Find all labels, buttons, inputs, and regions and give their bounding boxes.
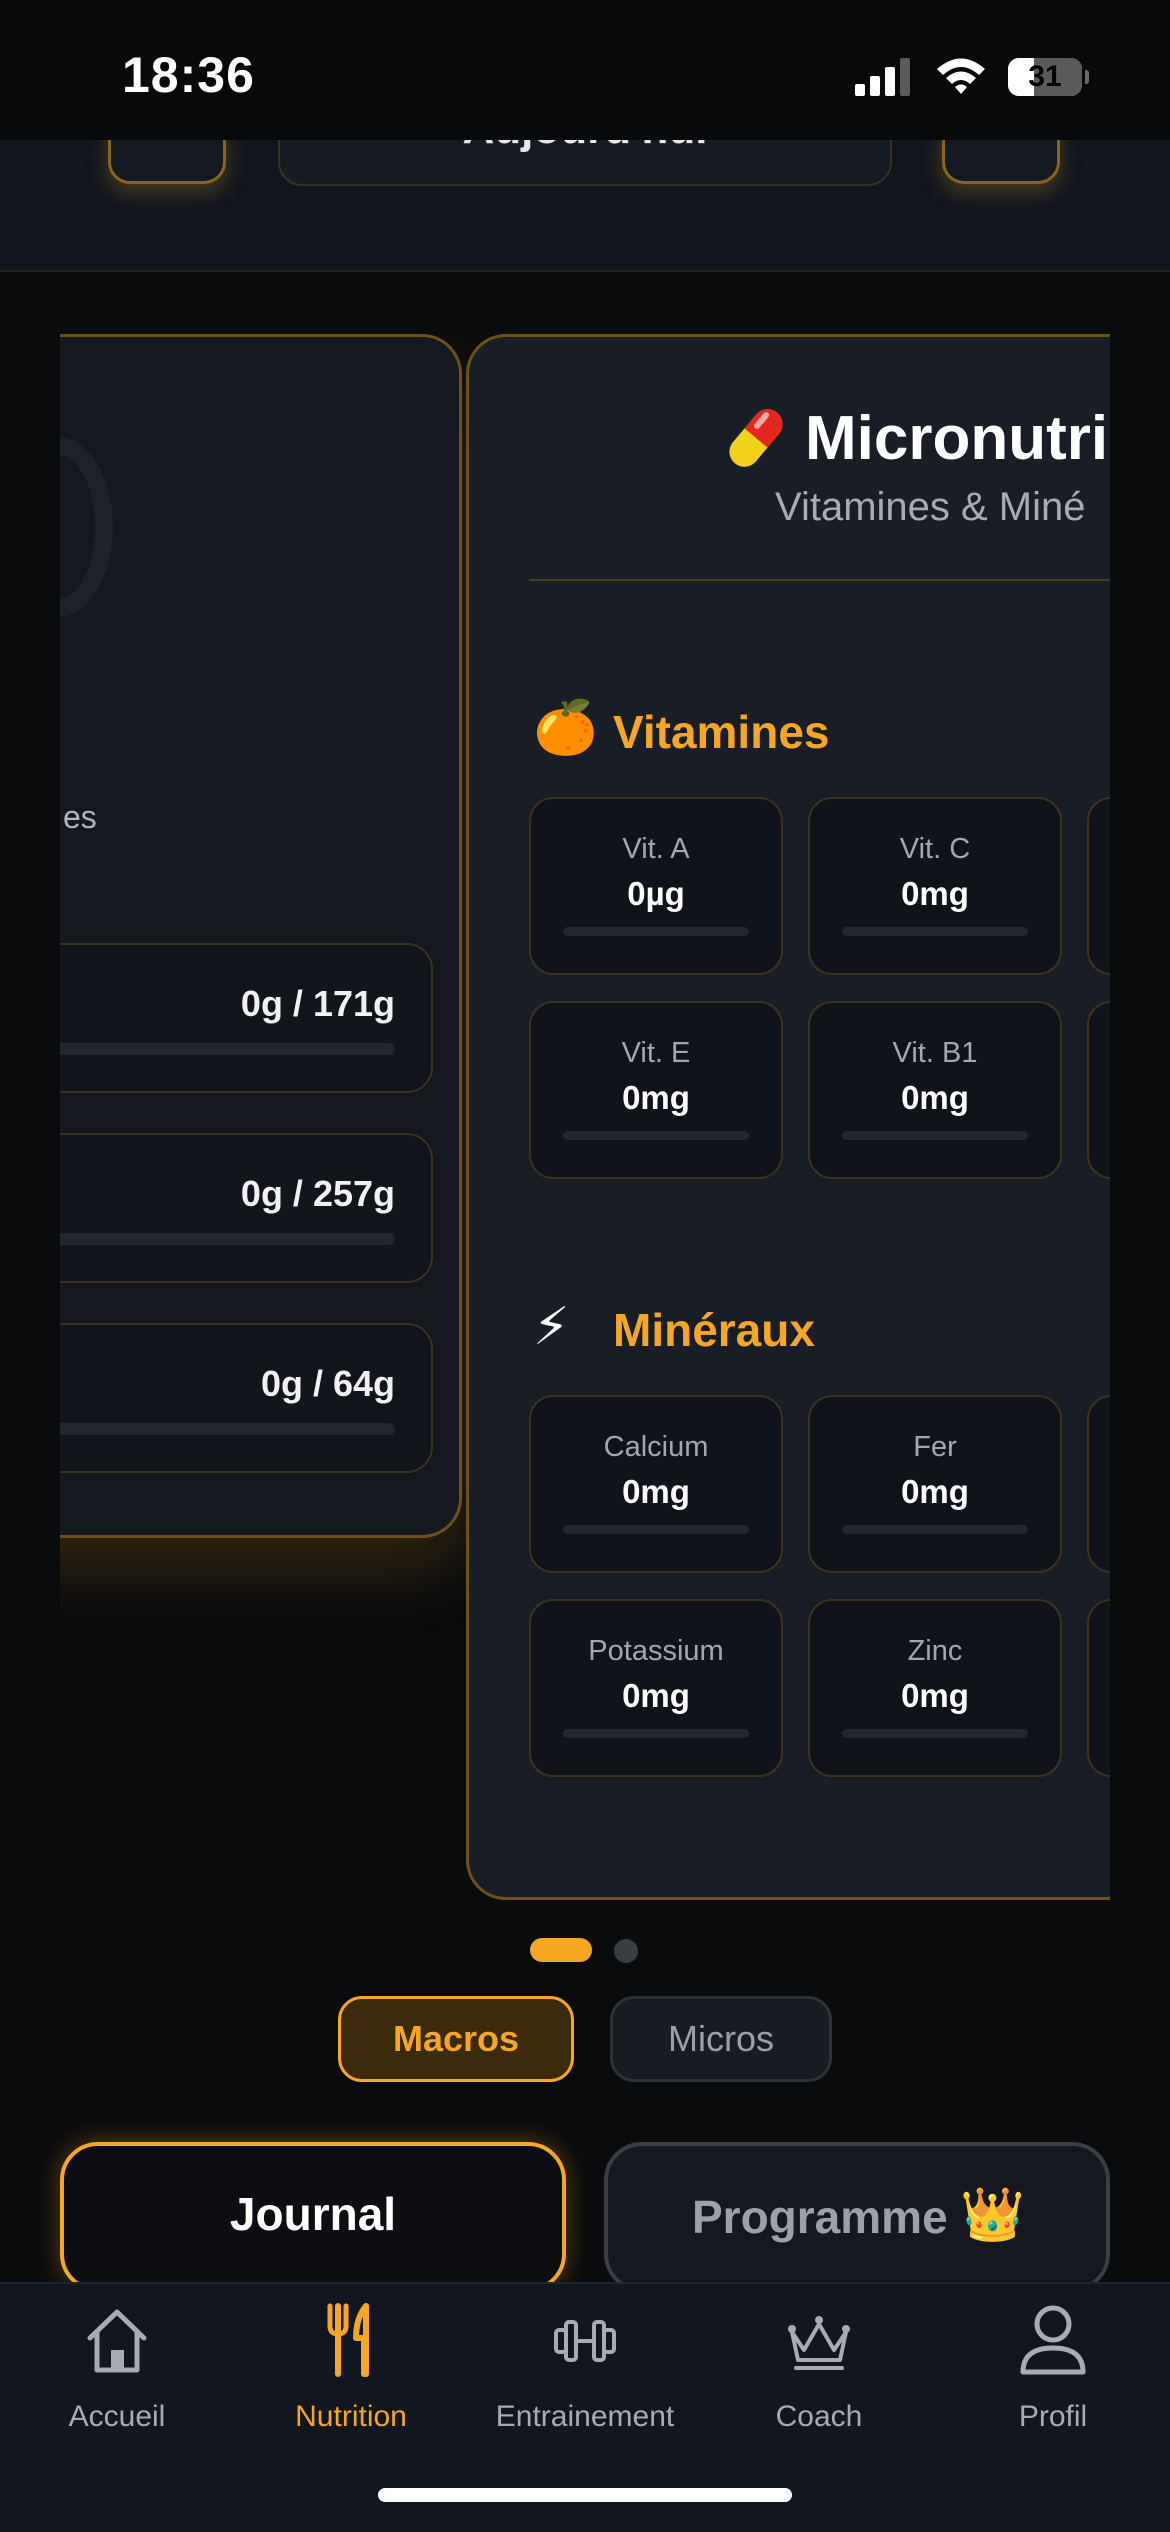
tab-nutrition[interactable]: Nutrition bbox=[234, 2302, 468, 2452]
battery-level: 31 bbox=[1028, 60, 1062, 93]
nutrient-value: 0µg bbox=[627, 875, 685, 912]
programme-button[interactable]: Programme 👑 bbox=[604, 2142, 1110, 2292]
vitamins-title: Vitamines bbox=[613, 706, 830, 758]
nutrient-name: Zinc bbox=[907, 1635, 963, 1667]
orange-icon: 🍊 bbox=[533, 699, 598, 757]
tab-entrainement[interactable]: Entrainement bbox=[468, 2302, 702, 2452]
nutrient-tile-vit-c[interactable]: Vit. C 0mg bbox=[808, 797, 1062, 975]
nutrient-name: Potassium bbox=[588, 1635, 724, 1667]
nutrient-value: 0mg bbox=[901, 1473, 969, 1510]
nutrient-tile-calcium[interactable]: Calcium 0mg bbox=[529, 1395, 783, 1573]
journal-button[interactable]: Journal bbox=[60, 2142, 566, 2292]
pill-icon bbox=[729, 409, 783, 467]
macro-row-carbs: 0g / 257g bbox=[60, 1133, 433, 1283]
macro-row-fat: 0g / 64g bbox=[60, 1323, 433, 1473]
macros-toggle-button[interactable]: Macros bbox=[338, 1996, 574, 2082]
crown-icon bbox=[788, 2316, 850, 2370]
ring-label: es bbox=[63, 799, 97, 835]
nutrient-name: Vit. B1 bbox=[892, 1037, 978, 1069]
nutrient-name: Vit. C bbox=[899, 833, 971, 865]
nutrient-tile-partial[interactable] bbox=[1087, 1599, 1110, 1777]
minerals-title: Minéraux bbox=[613, 1304, 815, 1356]
micros-card[interactable]: Micronutrir Vitamines & Miné 🍊 Vitamines… bbox=[466, 334, 1110, 1900]
tab-profil[interactable]: Profil bbox=[936, 2302, 1170, 2452]
fork-knife-icon bbox=[327, 2303, 369, 2377]
divider bbox=[529, 579, 1110, 581]
nutrition-screen: 18:36 31 Aujourd'hui bbox=[0, 0, 1170, 2532]
nutrient-progress-bar bbox=[563, 1729, 749, 1738]
nutrient-progress-bar bbox=[842, 1525, 1028, 1534]
nutrient-tile-vit-b1[interactable]: Vit. B1 0mg bbox=[808, 1001, 1062, 1179]
nutrient-progress-bar bbox=[842, 927, 1028, 936]
nutrient-value: 0mg bbox=[901, 1677, 969, 1714]
nutrient-progress-bar bbox=[563, 1131, 749, 1140]
nutrient-value: 0mg bbox=[901, 1079, 969, 1116]
user-icon bbox=[1020, 2305, 1086, 2375]
calorie-ring bbox=[60, 437, 113, 617]
nutrient-tile-vit-a[interactable]: Vit. A 0µg bbox=[529, 797, 783, 975]
crown-icon: 👑 bbox=[960, 2186, 1025, 2244]
nutrition-carousel[interactable]: es 0g / 171g 0g / 257g 0g / 64g Micronut… bbox=[60, 334, 1110, 1900]
nutrient-name: Vit. E bbox=[621, 1037, 691, 1069]
micros-title: Micronutrir bbox=[805, 404, 1110, 473]
nutrient-name: Vit. A bbox=[622, 833, 690, 865]
tab-label: Coach bbox=[775, 2400, 863, 2433]
nutrient-tile-partial[interactable] bbox=[1087, 797, 1110, 975]
nutrient-progress-bar bbox=[842, 1131, 1028, 1140]
nutrient-name: Fer bbox=[913, 1431, 957, 1463]
tab-coach[interactable]: Coach bbox=[702, 2302, 936, 2452]
macro-value: 0g / 257g bbox=[240, 1173, 395, 1214]
nutrient-name: Calcium bbox=[603, 1431, 709, 1463]
macro-progress-bar bbox=[60, 1423, 395, 1435]
nutrient-value: 0mg bbox=[622, 1079, 690, 1116]
home-indicator[interactable] bbox=[378, 2488, 792, 2502]
macro-progress-bar bbox=[60, 1233, 395, 1245]
nutrient-tile-fer[interactable]: Fer 0mg bbox=[808, 1395, 1062, 1573]
lightning-icon: ⚡ bbox=[533, 1298, 570, 1356]
nutrient-tile-partial[interactable] bbox=[1087, 1395, 1110, 1573]
macro-row-protein: 0g / 171g bbox=[60, 943, 433, 1093]
cellular-signal-icon bbox=[855, 58, 910, 96]
macro-value: 0g / 64g bbox=[260, 1363, 395, 1404]
dumbbell-icon bbox=[554, 2320, 616, 2362]
nutrient-tile-vit-e[interactable]: Vit. E 0mg bbox=[529, 1001, 783, 1179]
nutrient-progress-bar bbox=[563, 927, 749, 936]
tab-label: Nutrition bbox=[295, 2400, 407, 2433]
page-indicator[interactable] bbox=[614, 1939, 638, 1963]
nutrient-value: 0mg bbox=[622, 1473, 690, 1510]
nutrient-value: 0mg bbox=[622, 1677, 690, 1714]
nutrient-progress-bar bbox=[842, 1729, 1028, 1738]
nutrient-tile-potassium[interactable]: Potassium 0mg bbox=[529, 1599, 783, 1777]
nutrient-progress-bar bbox=[563, 1525, 749, 1534]
status-bar: 18:36 31 bbox=[0, 0, 1170, 140]
tab-label: Profil bbox=[1018, 2400, 1088, 2433]
macros-card[interactable]: es 0g / 171g 0g / 257g 0g / 64g bbox=[60, 334, 462, 1538]
micros-subtitle: Vitamines & Miné bbox=[775, 485, 1086, 529]
nutrient-tile-zinc[interactable]: Zinc 0mg bbox=[808, 1599, 1062, 1777]
nutrient-value: 0mg bbox=[901, 875, 969, 912]
battery-icon: 31 bbox=[1008, 58, 1089, 96]
page-indicator-active[interactable] bbox=[530, 1938, 592, 1962]
tab-label: Entrainement bbox=[495, 2400, 675, 2433]
micros-toggle-button[interactable]: Micros bbox=[610, 1996, 832, 2082]
tab-accueil[interactable]: Accueil bbox=[0, 2302, 234, 2452]
home-icon bbox=[87, 2309, 147, 2373]
nutrient-tile-partial[interactable] bbox=[1087, 1001, 1110, 1179]
programme-label: Programme bbox=[692, 2191, 948, 2243]
macro-value: 0g / 171g bbox=[240, 983, 395, 1024]
status-time: 18:36 bbox=[122, 47, 255, 103]
macro-progress-bar bbox=[60, 1043, 395, 1055]
tab-label: Accueil bbox=[68, 2400, 166, 2433]
date-header: Aujourd'hui bbox=[0, 120, 1170, 272]
wifi-icon bbox=[937, 58, 985, 94]
